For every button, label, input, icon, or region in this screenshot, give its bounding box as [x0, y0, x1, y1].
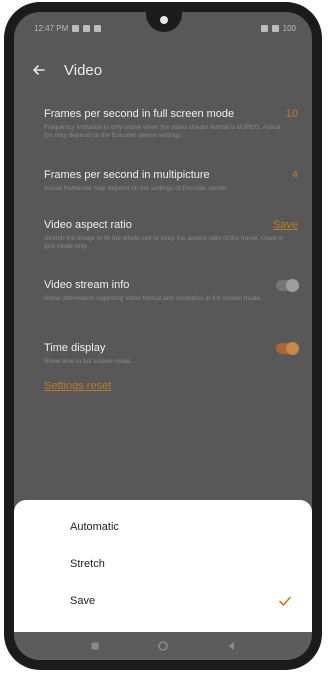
setting-value: 4	[291, 169, 298, 181]
option-label: Stretch	[70, 558, 105, 570]
option-save[interactable]: Save	[70, 586, 292, 616]
setting-label: Time display	[44, 342, 106, 354]
setting-label: Video stream info	[44, 279, 130, 291]
setting-description: Show information regarding video format …	[44, 295, 262, 302]
video-stream-info-toggle[interactable]	[276, 278, 299, 292]
option-automatic[interactable]: Automatic	[70, 512, 292, 542]
setting-description: Frequency limitation is only active when…	[44, 124, 281, 139]
setting-value: 10	[285, 108, 298, 120]
home-button[interactable]	[158, 641, 168, 651]
check-icon	[279, 596, 291, 606]
setting-fps-multipicture[interactable]: Frames per second in multipicture 4 Actu…	[44, 169, 298, 193]
setting-fps-fullscreen[interactable]: Frames per second in full screen mode 10…	[44, 108, 298, 140]
option-label: Save	[70, 595, 96, 607]
toggle-knob	[286, 278, 299, 292]
status-time: 12:47 PM	[34, 23, 69, 33]
setting-value: Save	[272, 219, 298, 231]
triangle-icon	[228, 642, 234, 650]
app-bar: Video	[28, 58, 298, 82]
setting-video-stream-info[interactable]: Video stream info Show information regar…	[44, 278, 299, 303]
setting-description: Show time in full screen mode.	[44, 358, 133, 365]
aspect-ratio-sheet: Automatic Stretch Save	[14, 500, 312, 632]
battery-level: 100	[282, 23, 296, 33]
camera-icon	[158, 14, 170, 26]
back-nav-button[interactable]	[226, 641, 236, 651]
recents-button[interactable]	[90, 641, 100, 651]
option-stretch[interactable]: Stretch	[70, 549, 292, 579]
signal-icon	[260, 24, 268, 32]
phone-frame: 12:47 PM 100 Video Frames per second in …	[4, 2, 322, 670]
setting-label: Frames per second in multipicture	[44, 169, 210, 181]
arrow-left-icon	[33, 65, 45, 75]
setting-description: Actual framerate may depend on the setti…	[44, 185, 228, 192]
setting-video-aspect-ratio[interactable]: Video aspect ratio Save Stretch the imag…	[44, 219, 298, 251]
screen: 12:47 PM 100 Video Frames per second in …	[14, 12, 312, 660]
setting-label: Frames per second in full screen mode	[44, 108, 235, 120]
option-label: Automatic	[70, 521, 119, 533]
setting-label: Video aspect ratio	[44, 219, 132, 231]
page-title: Video	[64, 61, 103, 79]
notification-icon	[83, 24, 91, 32]
back-button[interactable]	[28, 59, 50, 81]
setting-time-display[interactable]: Time display Show time in full screen mo…	[44, 341, 299, 366]
system-nav-bar	[14, 632, 312, 660]
setting-description: Stretch the image to fill the whole cell…	[44, 235, 284, 250]
settings-reset-link[interactable]: Settings reset	[44, 380, 111, 392]
notification-icon	[72, 24, 80, 32]
notification-icon	[94, 24, 102, 32]
wifi-icon	[271, 24, 279, 32]
time-display-toggle[interactable]	[276, 341, 299, 355]
circle-icon	[158, 641, 168, 651]
square-icon	[91, 642, 99, 650]
toggle-knob	[286, 341, 299, 355]
